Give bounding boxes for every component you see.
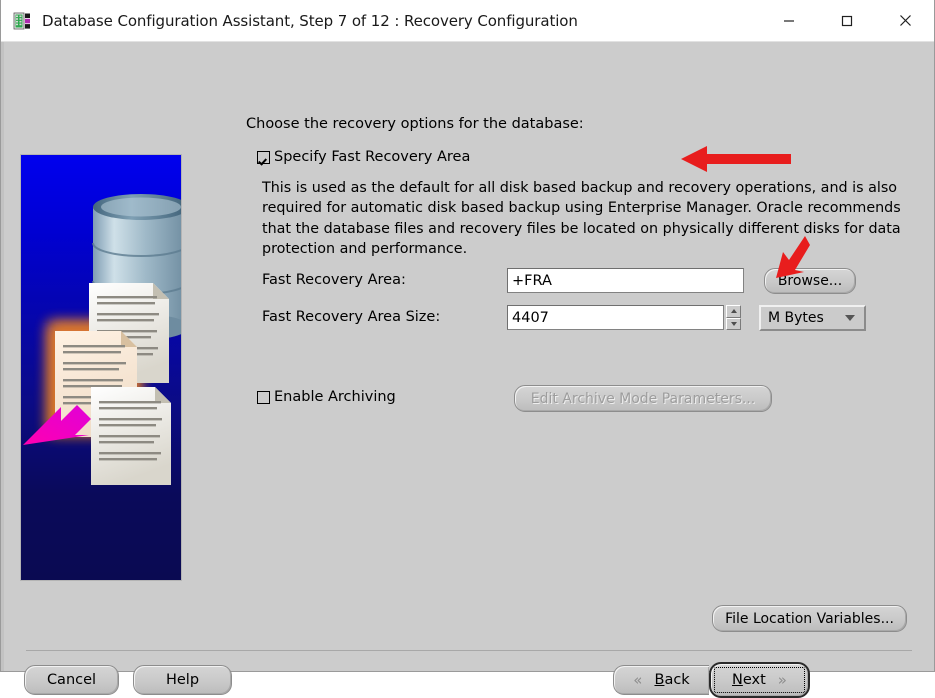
minimize-icon[interactable] bbox=[760, 0, 818, 41]
edit-archive-mode-parameters-button: Edit Archive Mode Parameters... bbox=[514, 385, 772, 412]
main-pane: Choose the recovery options for the data… bbox=[194, 42, 934, 671]
close-icon[interactable] bbox=[876, 0, 934, 41]
database-config-icon bbox=[13, 11, 33, 31]
back-button-label: Back bbox=[654, 672, 690, 688]
browse-button[interactable]: Browse... bbox=[764, 268, 856, 294]
maximize-icon[interactable] bbox=[818, 0, 876, 41]
next-button[interactable]: Next » bbox=[709, 662, 810, 698]
dialog-content: Choose the recovery options for the data… bbox=[1, 42, 934, 698]
file-location-variables-button[interactable]: File Location Variables... bbox=[712, 605, 907, 632]
specify-fra-label: Specify Fast Recovery Area bbox=[274, 149, 471, 165]
stepper-up-icon[interactable] bbox=[726, 305, 741, 318]
intro-text: Choose the recovery options for the data… bbox=[246, 116, 584, 132]
enable-archiving-checkbox[interactable] bbox=[257, 390, 270, 404]
back-button[interactable]: « Back bbox=[613, 665, 709, 695]
size-unit-value: M Bytes bbox=[768, 310, 824, 326]
chevron-down-icon bbox=[845, 315, 855, 321]
enable-archiving-checkbox-row[interactable]: Enable Archiving bbox=[257, 389, 396, 405]
application-window: Database Configuration Assistant, Step 7… bbox=[0, 0, 935, 698]
window-title: Database Configuration Assistant, Step 7… bbox=[42, 11, 578, 30]
fast-recovery-area-size-label: Fast Recovery Area Size: bbox=[262, 309, 441, 325]
description-text: This is used as the default for all disk… bbox=[262, 180, 901, 257]
size-unit-select[interactable]: M Bytes bbox=[759, 305, 866, 331]
footer-separator bbox=[26, 650, 912, 651]
chevron-right-icon: » bbox=[777, 670, 787, 689]
help-button[interactable]: Help bbox=[133, 665, 232, 695]
size-stepper[interactable] bbox=[726, 305, 741, 330]
fast-recovery-area-input[interactable]: +FRA bbox=[507, 268, 744, 293]
red-arrow-annotation-1 bbox=[681, 144, 793, 178]
fast-recovery-area-size-input[interactable]: 4407 bbox=[507, 305, 724, 330]
stepper-down-icon[interactable] bbox=[726, 317, 741, 330]
fast-recovery-area-label: Fast Recovery Area: bbox=[262, 272, 406, 288]
cancel-button[interactable]: Cancel bbox=[24, 665, 119, 695]
magenta-arrow-icon bbox=[23, 405, 91, 445]
sidebar-illustration bbox=[20, 154, 182, 581]
window-controls bbox=[760, 0, 934, 41]
specify-fra-checkbox[interactable] bbox=[257, 150, 270, 164]
chevron-left-icon: « bbox=[633, 670, 643, 689]
specify-fra-checkbox-row[interactable]: Specify Fast Recovery Area bbox=[257, 149, 470, 165]
enable-archiving-label: Enable Archiving bbox=[274, 389, 396, 405]
next-button-label: Next bbox=[732, 672, 766, 688]
title-bar: Database Configuration Assistant, Step 7… bbox=[1, 0, 934, 42]
